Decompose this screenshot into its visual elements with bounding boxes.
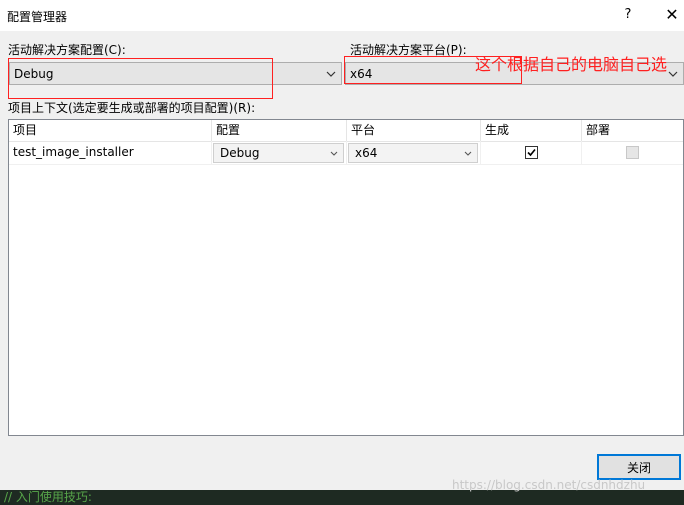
title-bar: [0, 0, 684, 31]
project-contexts-grid: 项目 配置 平台 生成 部署 test_image_installer Debu…: [8, 119, 684, 436]
window-close-button[interactable]: ✕: [659, 4, 684, 26]
column-header-config[interactable]: 配置: [212, 120, 347, 141]
row-platform-select[interactable]: x64: [348, 143, 478, 163]
close-button[interactable]: 关闭: [597, 454, 681, 480]
column-header-deploy[interactable]: 部署: [582, 120, 683, 141]
checkmark-icon: [527, 148, 536, 157]
row-platform-value: x64: [355, 146, 378, 160]
contexts-label: 项目上下文(选定要生成或部署的项目配置)(R):: [8, 101, 256, 115]
background-code-comment: // 入门使用技巧:: [4, 490, 92, 504]
cell-project: test_image_installer: [9, 141, 212, 164]
build-checkbox[interactable]: [525, 146, 538, 159]
row-config-select[interactable]: Debug: [213, 143, 344, 163]
background-editor-strip: [0, 490, 684, 505]
close-icon: ✕: [665, 5, 679, 24]
help-button[interactable]: ?: [617, 5, 639, 25]
chevron-down-icon: [463, 144, 473, 162]
chevron-down-icon: [325, 63, 337, 84]
annotation-box-config: [8, 58, 273, 99]
deploy-checkbox: [626, 146, 639, 159]
cell-config: Debug: [212, 141, 347, 164]
help-icon: ?: [624, 7, 632, 22]
active-config-label: 活动解决方案配置(C):: [8, 43, 126, 57]
cell-deploy: [582, 141, 683, 164]
chevron-down-icon: [329, 144, 339, 162]
table-row: test_image_installer Debug x64: [9, 141, 683, 165]
annotation-text: 这个根据自己的电脑自己选: [475, 55, 668, 74]
column-header-platform[interactable]: 平台: [347, 120, 481, 141]
grid-header: 项目 配置 平台 生成 部署: [9, 120, 683, 142]
row-config-value: Debug: [220, 146, 260, 160]
window-title: 配置管理器: [7, 10, 68, 24]
cell-platform: x64: [347, 141, 481, 164]
column-header-build[interactable]: 生成: [481, 120, 582, 141]
watermark: https://blog.csdn.net/csdnhdzhu: [452, 478, 646, 492]
project-name: test_image_installer: [13, 145, 134, 159]
cell-build: [481, 141, 582, 164]
column-header-project[interactable]: 项目: [9, 120, 212, 141]
